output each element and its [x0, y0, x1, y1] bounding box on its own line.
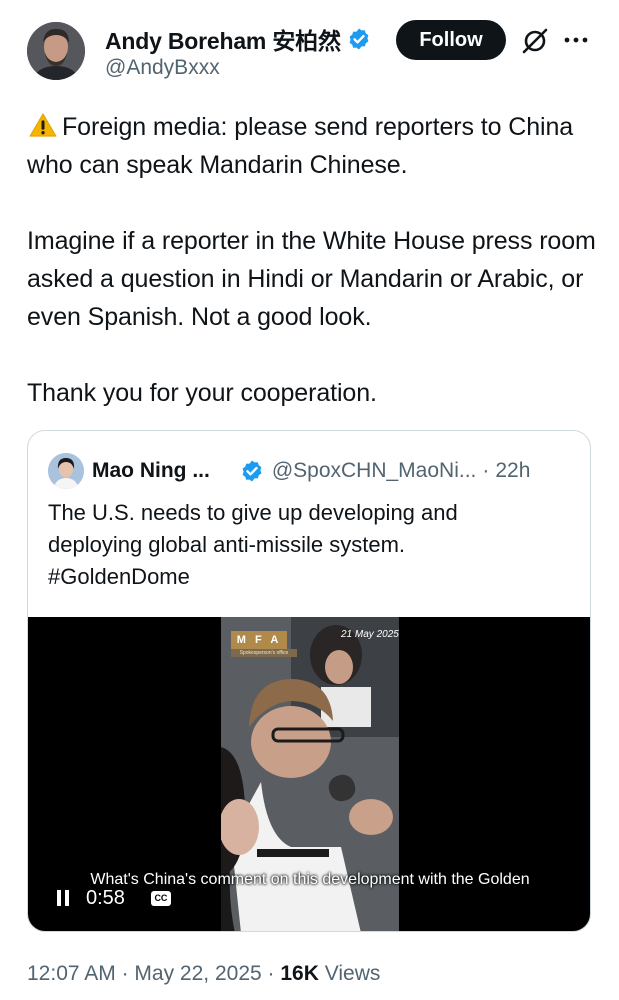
views-count: 16K [280, 962, 319, 985]
separator-dot: · [267, 962, 275, 985]
tweet-meta: 12:07 AM · May 22, 2025 · 16K Views [27, 962, 380, 986]
mfa-badge: M F A [231, 631, 287, 649]
quoted-handle[interactable]: @SpoxCHN_MaoNi... [272, 459, 477, 483]
verified-badge-icon [242, 460, 262, 482]
verified-badge-icon [349, 28, 369, 50]
hashtag-link[interactable]: #GoldenDome [48, 561, 568, 593]
grok-icon[interactable] [521, 27, 549, 55]
tweet-text: Foreign media: please send reporters to … [27, 108, 597, 412]
mfa-badge-subtitle: Spokesperson's office [231, 649, 297, 657]
author-handle[interactable]: @AndyBxxx [105, 56, 220, 80]
quoted-text-line: deploying global anti-missile system. [48, 532, 406, 557]
follow-button[interactable]: Follow [396, 20, 506, 60]
tweet-date[interactable]: May 22, 2025 [134, 962, 261, 985]
author-display-name[interactable]: Andy Boreham 安柏然 [105, 22, 341, 56]
separator-dot: · [482, 459, 490, 482]
author-name-row: Andy Boreham 安柏然 [105, 22, 371, 56]
closed-captions-icon[interactable]: CC [150, 890, 171, 906]
tweet-paragraph: Foreign media: please send reporters to … [27, 108, 597, 184]
more-options-icon[interactable] [563, 33, 589, 47]
tweet-paragraph-1: Foreign media: please send reporters to … [27, 113, 574, 179]
quoted-tweet-text: The U.S. needs to give up developing and… [48, 497, 568, 593]
pause-icon[interactable] [56, 889, 70, 907]
tweet-paragraph-2: Imagine if a reporter in the White House… [27, 227, 596, 331]
video-controls: 0:58 CC [56, 886, 171, 910]
quoted-tweet-card[interactable]: Mao Ning ... @SpoxCHN_MaoNi... · 22h The… [27, 430, 591, 932]
quoted-timestamp[interactable]: 22h [495, 459, 530, 483]
views-label: Views [324, 962, 381, 985]
author-avatar[interactable] [27, 22, 85, 80]
quoted-tweet-header: Mao Ning ... @SpoxCHN_MaoNi... · 22h [48, 453, 578, 489]
quoted-text-line: The U.S. needs to give up developing and [48, 500, 458, 525]
quoted-display-name[interactable]: Mao Ning ... [92, 459, 210, 483]
tweet-time[interactable]: 12:07 AM [27, 962, 116, 985]
separator-dot: · [121, 962, 129, 985]
video-date-stamp: 21 May 2025 [341, 629, 399, 640]
video-elapsed-time: 0:58 [86, 886, 125, 909]
quoted-author-avatar[interactable] [48, 453, 84, 489]
tweet-paragraph-3: Thank you for your cooperation. [27, 379, 377, 407]
tweet-header: Andy Boreham 安柏然 @AndyBxxx Follow [0, 0, 619, 100]
warning-emoji-icon [29, 113, 57, 137]
video-player[interactable]: M F A Spokesperson's office 21 May 2025 … [28, 617, 590, 931]
